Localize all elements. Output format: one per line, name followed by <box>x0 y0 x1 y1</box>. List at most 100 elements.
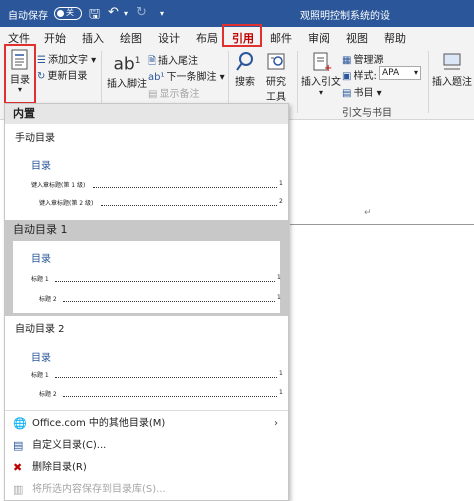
citation-icon: + <box>313 52 332 73</box>
toc-leader-dots <box>93 187 277 188</box>
title-bar: 自动保存 关 🖫 ↶ ▾ ↻ ▾ 观照明控制系统的设 <box>0 0 474 27</box>
show-notes-icon: ▤ <box>148 89 158 100</box>
undo-dropdown-icon[interactable]: ▾ <box>124 9 128 18</box>
auto-toc-1-preview[interactable]: 目录 标题 1 1 标题 2 1 <box>13 241 281 313</box>
save-selection-item[interactable]: ▥ 将所选内容保存到目录库(S)... <box>5 479 288 501</box>
auto-toc-1-page-1: 1 <box>277 274 281 281</box>
tab-mailings[interactable]: 邮件 <box>270 30 292 46</box>
custom-toc-label: 自定义目录(C)... <box>32 440 107 451</box>
customize-qat-icon[interactable]: ▾ <box>160 9 164 18</box>
autosave-toggle[interactable]: 关 <box>54 7 82 20</box>
autosave-label: 自动保存 <box>8 11 48 22</box>
divider <box>428 51 429 113</box>
refresh-icon: ↻ <box>37 71 46 82</box>
chevron-right-icon: › <box>274 418 278 429</box>
auto-toc-2-title: 自动目录 2 <box>15 324 65 335</box>
custom-toc-icon: ▤ <box>13 439 24 452</box>
manual-toc-page-2: 2 <box>279 198 283 205</box>
show-notes-button[interactable]: ▤ 显示备注 <box>148 85 199 100</box>
auto-toc-1-title: 自动目录 1 <box>13 223 68 236</box>
auto-toc-2-preview-title: 目录 <box>31 353 51 364</box>
tab-help[interactable]: 帮助 <box>384 30 406 46</box>
bibliography-icon: ▤ <box>342 88 352 99</box>
save-to-gallery-icon: ▥ <box>13 483 24 496</box>
insert-endnote-label: 插入尾注 <box>158 56 199 67</box>
auto-toc-1-page-2: 1 <box>277 294 281 301</box>
manage-sources-button[interactable]: ▦ 管理源 <box>342 51 383 66</box>
undo-icon[interactable]: ↶ <box>108 5 119 20</box>
next-footnote-icon: ab¹ <box>148 72 165 83</box>
toc-leader-dots <box>101 205 277 206</box>
document-title: 观照明控制系统的设 <box>300 11 390 22</box>
custom-toc-item[interactable]: ▤ 自定义目录(C)... <box>5 435 288 457</box>
insert-footnote-button[interactable]: ab1 插入脚注 <box>107 51 147 90</box>
footnote-icon-superscript: 1 <box>134 56 141 66</box>
endnote-icon: 🗎 <box>148 56 157 67</box>
remove-toc-item[interactable]: ✖ 删除目录(R) <box>5 457 288 479</box>
insert-caption-button[interactable]: 插入题注 <box>432 51 472 88</box>
tab-draw[interactable]: 绘图 <box>120 30 142 46</box>
toc-button-highlight <box>4 44 36 104</box>
more-toc-label: Office.com 中的其他目录(M) <box>32 418 166 429</box>
style-value: APA <box>382 68 400 78</box>
researcher-label-2: 工具 <box>266 92 286 103</box>
tab-view[interactable]: 视图 <box>346 30 368 46</box>
references-tab-highlight <box>222 24 262 47</box>
manual-toc-preview-title: 目录 <box>31 161 51 172</box>
tab-design[interactable]: 设计 <box>158 30 180 46</box>
insert-footnote-label: 插入脚注 <box>107 78 147 90</box>
footnote-icon-text: ab <box>113 54 135 75</box>
group-label-citations: 引文与书目 <box>342 108 392 119</box>
redo-icon[interactable]: ↻ <box>136 5 147 20</box>
toggle-knob <box>57 10 64 17</box>
auto-toc-2-page-1: 1 <box>279 370 283 377</box>
manual-toc-page-1: 1 <box>279 180 283 187</box>
next-footnote-label: 下一条脚注 <box>166 72 217 83</box>
insert-caption-label: 插入题注 <box>432 77 472 88</box>
menu-divider <box>5 410 288 411</box>
insert-citation-button[interactable]: + 插入引文 ▾ <box>301 51 341 97</box>
add-text-icon: ☰ <box>37 55 46 66</box>
toc-dropdown-menu: 内置 手动目录 目录 键入章标题(第 1 级) 1 键入章标题(第 2 级) 2… <box>4 103 289 501</box>
globe-icon: 🌐 <box>13 417 27 430</box>
remove-toc-label: 删除目录(R) <box>32 462 87 473</box>
bibliography-button[interactable]: ▤ 书目 ▾ <box>342 84 382 99</box>
toc-leader-dots <box>55 377 277 378</box>
researcher-icon <box>267 53 285 70</box>
tab-insert[interactable]: 插入 <box>82 30 104 46</box>
manage-sources-label: 管理源 <box>353 55 384 66</box>
tab-home[interactable]: 开始 <box>44 30 66 46</box>
page-boundary-line <box>290 224 474 225</box>
insert-citation-label: 插入引文 <box>301 77 341 88</box>
auto-toc-2-page-2: 1 <box>279 389 283 396</box>
add-text-button[interactable]: ☰ 添加文字 ▾ <box>37 51 96 66</box>
divider <box>297 51 298 113</box>
style-dropdown[interactable]: APA ▾ <box>379 66 421 80</box>
tab-review[interactable]: 审阅 <box>308 30 330 46</box>
svg-text:+: + <box>324 63 332 73</box>
manual-toc-line-2: 键入章标题(第 2 级) <box>39 200 94 207</box>
citation-dropdown-icon: ▾ <box>318 88 323 97</box>
update-toc-label: 更新目录 <box>47 71 88 82</box>
tab-layout[interactable]: 布局 <box>196 30 218 46</box>
style-label-text: 样式: <box>353 71 377 82</box>
more-toc-office-item[interactable]: 🌐 Office.com 中的其他目录(M) › <box>5 413 288 435</box>
search-button[interactable]: 搜索 <box>234 51 256 88</box>
auto-toc-2-line-2: 标题 2 <box>39 391 57 398</box>
toc-leader-dots <box>55 281 275 282</box>
add-text-label: 添加文字 <box>47 55 88 66</box>
style-icon: ▣ <box>342 71 352 82</box>
builtin-header: 内置 <box>5 104 288 124</box>
update-toc-button[interactable]: ↻ 更新目录 <box>37 67 87 82</box>
search-icon <box>236 52 253 71</box>
toc-leader-dots <box>63 396 277 397</box>
next-footnote-button[interactable]: ab¹ 下一条脚注 ▾ <box>148 68 225 83</box>
auto-toc-2-line-1: 标题 1 <box>31 372 49 379</box>
researcher-label-1: 研究 <box>266 77 286 88</box>
auto-toc-1-line-1: 标题 1 <box>31 276 49 283</box>
paragraph-mark: ↵ <box>364 208 372 218</box>
auto-toc-1-line-2: 标题 2 <box>39 296 57 303</box>
researcher-button[interactable]: 研究 工具 <box>262 51 290 103</box>
search-label: 搜索 <box>235 77 255 88</box>
save-icon[interactable]: 🖫 <box>89 5 100 27</box>
